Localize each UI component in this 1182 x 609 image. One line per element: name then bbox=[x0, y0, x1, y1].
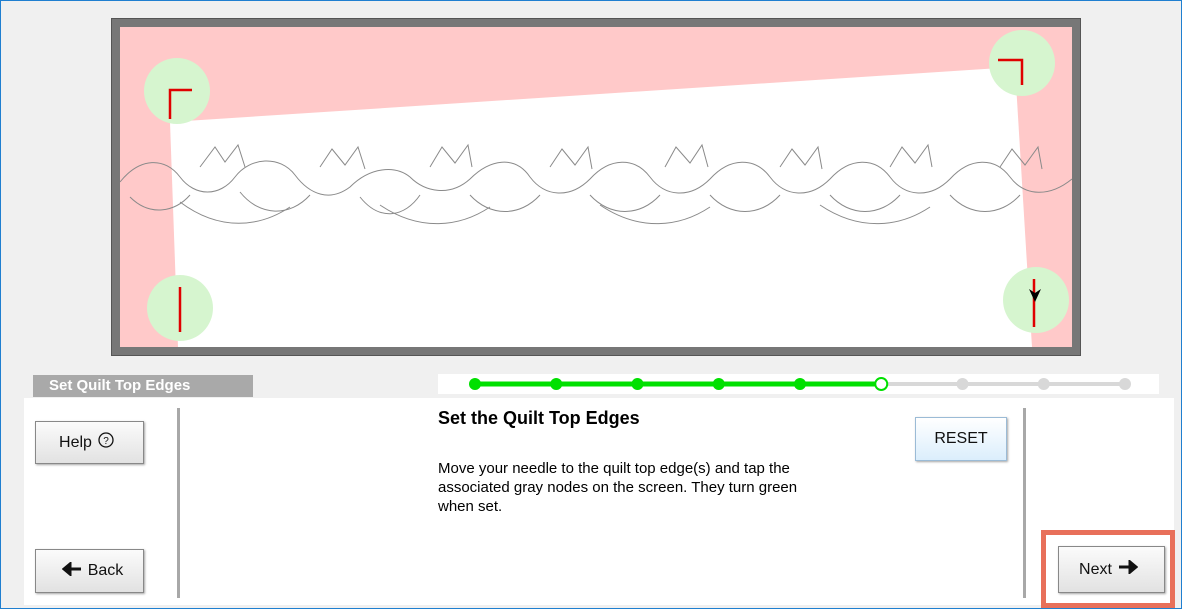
reset-button-label: RESET bbox=[934, 430, 988, 447]
progress-node-completed bbox=[794, 378, 806, 390]
progress-node-completed bbox=[712, 378, 725, 390]
arrow-left-icon bbox=[61, 560, 82, 581]
progress-node-pending bbox=[956, 378, 969, 390]
instruction-text: Move your needle to the quilt top edge(s… bbox=[438, 460, 798, 515]
progress-stepper bbox=[469, 377, 1131, 391]
next-button-label: Next bbox=[1079, 560, 1112, 578]
help-button-label: Help bbox=[59, 433, 92, 451]
question-circle-icon: ? bbox=[98, 432, 114, 453]
help-button[interactable]: Help ? bbox=[35, 421, 144, 464]
quilt-canvas-drawing bbox=[120, 30, 1072, 347]
quilt-canvas-frame bbox=[111, 18, 1081, 356]
svg-text:?: ? bbox=[103, 436, 109, 447]
progress-node-pending bbox=[1119, 378, 1131, 390]
reset-button[interactable]: RESET bbox=[915, 417, 1007, 461]
quilt-top-area bbox=[170, 67, 1032, 347]
step-label: Set Quilt Top Edges bbox=[33, 375, 253, 397]
progress-node-completed bbox=[469, 378, 481, 390]
back-button[interactable]: Back bbox=[35, 549, 144, 593]
right-divider bbox=[1023, 408, 1026, 598]
progress-track bbox=[438, 374, 1159, 394]
quilt-canvas[interactable] bbox=[120, 27, 1072, 347]
left-divider bbox=[177, 408, 180, 598]
progress-node-current bbox=[874, 377, 889, 391]
back-button-label: Back bbox=[87, 562, 124, 579]
arrow-right-icon bbox=[1118, 558, 1139, 579]
progress-node-pending bbox=[1037, 378, 1050, 390]
node-bottom-right bbox=[1003, 267, 1069, 333]
app-window: Set Quilt Top Edges Help ? Back Set the … bbox=[0, 0, 1182, 609]
panel-title: Set the Quilt Top Edges bbox=[438, 408, 640, 428]
progress-node-completed bbox=[631, 378, 644, 390]
progress-node-completed bbox=[550, 378, 563, 390]
next-button[interactable]: Next bbox=[1058, 546, 1165, 593]
